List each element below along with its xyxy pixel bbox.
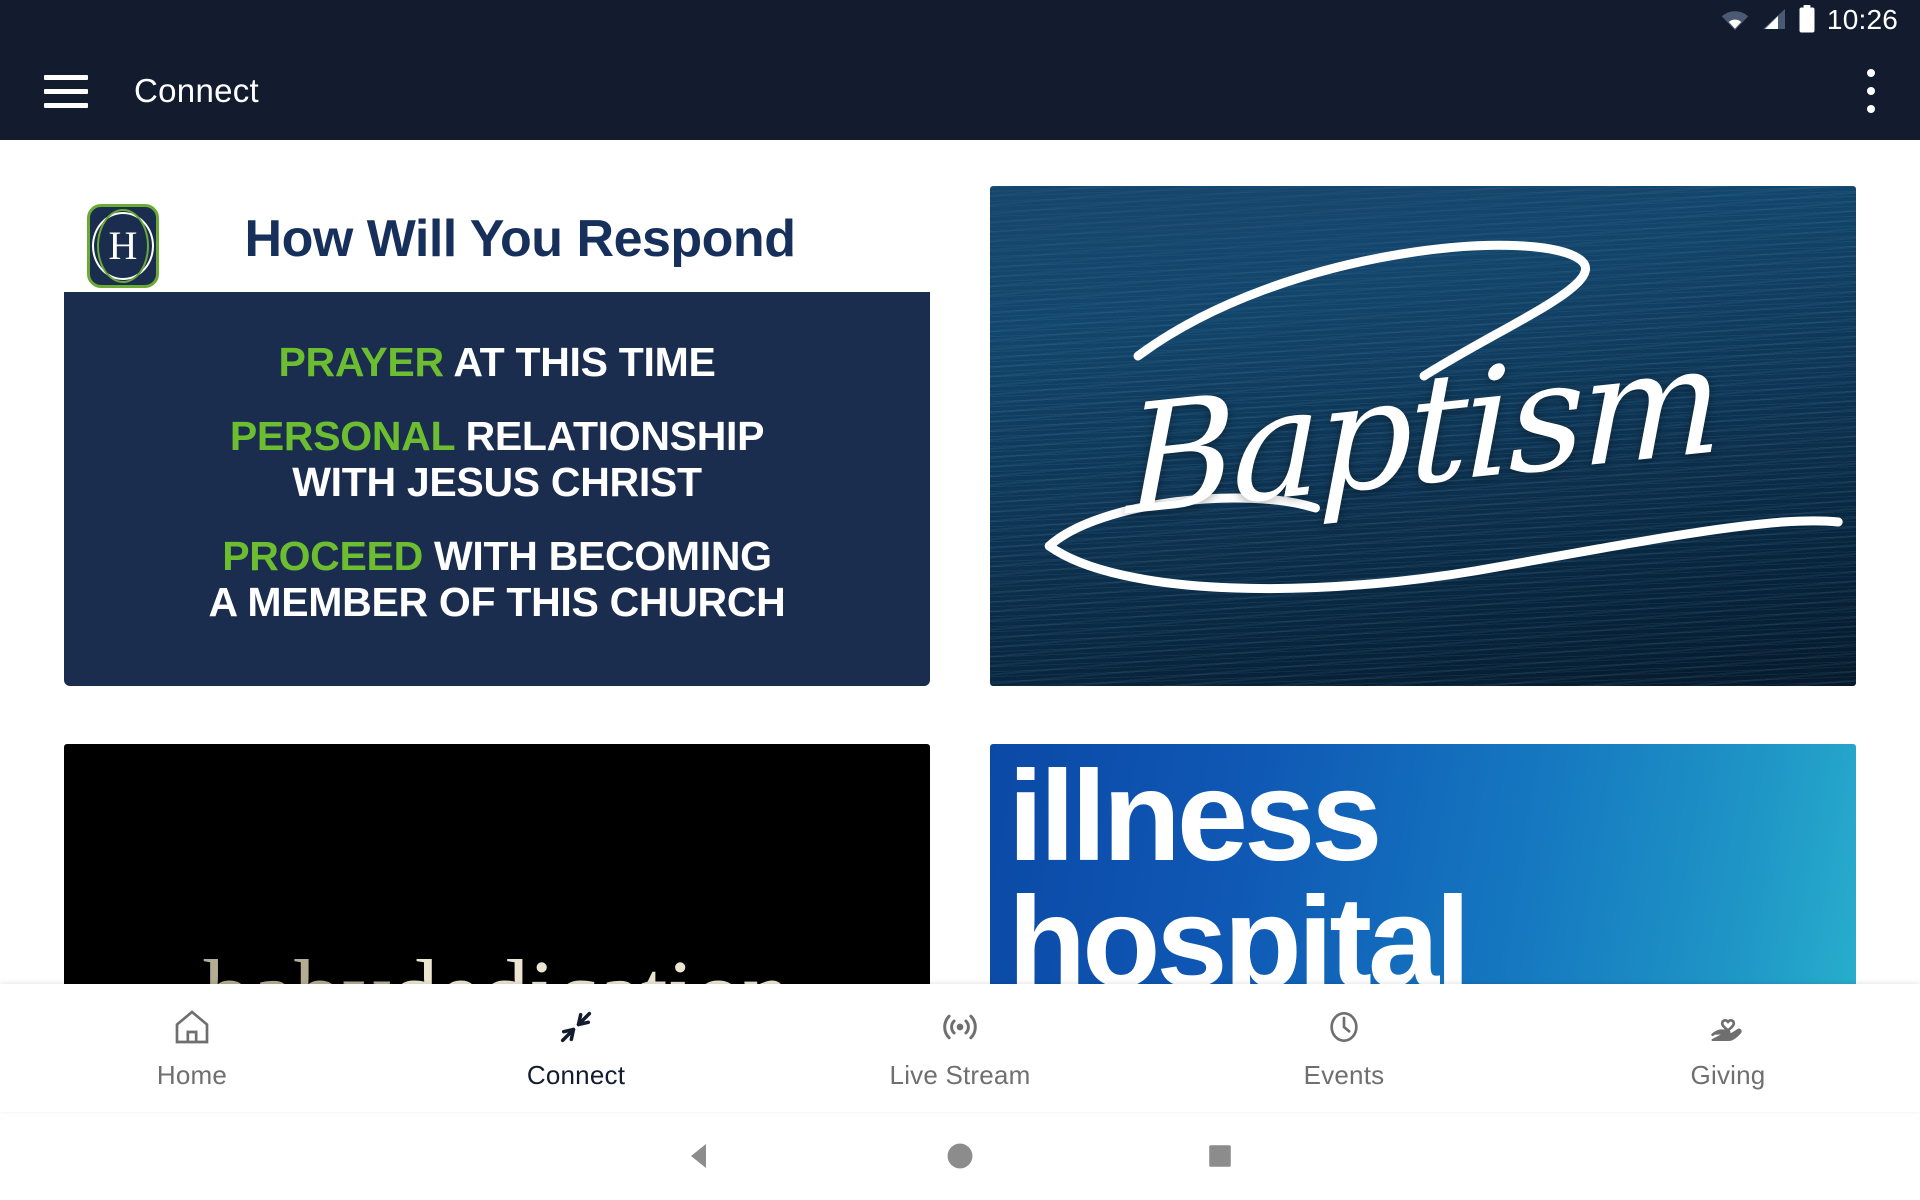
connect-arrows-icon	[556, 1006, 596, 1048]
baptism-title: Baptism	[1127, 312, 1719, 550]
nav-item-giving[interactable]: Giving	[1536, 1006, 1920, 1091]
home-circle-icon	[947, 1143, 973, 1169]
nav-label-giving: Giving	[1690, 1059, 1766, 1090]
back-triangle-icon	[691, 1144, 706, 1168]
clock-icon	[1324, 1006, 1364, 1048]
church-logo-icon: H	[87, 204, 159, 288]
respond-accent-1: PRAYER	[278, 339, 444, 386]
nav-label-events: Events	[1303, 1059, 1385, 1090]
android-system-navigation	[0, 1112, 1920, 1200]
page-title: Connect	[134, 72, 260, 109]
respond-line-1: PRAYER AT THIS TIME	[278, 339, 716, 386]
nav-item-connect[interactable]: Connect	[384, 1006, 768, 1091]
system-nav-home[interactable]	[830, 1138, 1090, 1174]
status-bar: 10:26	[0, 0, 1920, 42]
card-row: babydedication illness hospital	[0, 744, 1920, 1016]
app-bar: Connect	[0, 42, 1920, 140]
nav-label-home: Home	[156, 1059, 228, 1090]
status-bar-clock: 10:26	[1826, 4, 1898, 35]
card-illness[interactable]: illness hospital	[990, 744, 1856, 1016]
respond-rest-2b: WITH JESUS CHRIST	[292, 459, 702, 506]
respond-rest-3b: A MEMBER OF THIS CHURCH	[208, 578, 786, 625]
nav-item-events[interactable]: Events	[1152, 1006, 1536, 1091]
card-grid: H How Will You Respond PRAYER AT THIS TI…	[0, 140, 1920, 1016]
home-icon	[172, 1006, 212, 1048]
bottom-navigation-bar: Home Connect Live Stream Events Giving	[0, 984, 1920, 1112]
logo-letter: H	[108, 223, 138, 268]
system-nav-back[interactable]	[570, 1138, 830, 1174]
hamburger-menu-icon[interactable]	[44, 74, 88, 108]
nav-label-connect: Connect	[526, 1059, 626, 1090]
respond-line-3: PROCEED WITH BECOMING A MEMBER OF THIS C…	[208, 532, 786, 626]
card-how-will-you-respond[interactable]: H How Will You Respond PRAYER AT THIS TI…	[64, 186, 930, 686]
broadcast-icon	[939, 1006, 981, 1048]
respond-line-2: PERSONAL RELATIONSHIP WITH JESUS CHRIST	[229, 413, 765, 506]
card-baby-dedication[interactable]: babydedication	[64, 744, 930, 1016]
nav-item-home[interactable]: Home	[0, 1006, 384, 1091]
more-vertical-icon[interactable]	[1866, 69, 1876, 113]
nav-label-live-stream: Live Stream	[889, 1059, 1031, 1090]
nav-item-live-stream[interactable]: Live Stream	[768, 1006, 1152, 1091]
connect-content-scroll[interactable]: H How Will You Respond PRAYER AT THIS TI…	[0, 140, 1920, 1016]
card-baptism[interactable]: Baptism	[990, 186, 1856, 686]
system-nav-recents[interactable]	[1090, 1139, 1350, 1173]
app-screen: 10:26 Connect H How Will You Respond PRA…	[0, 0, 1920, 1200]
wifi-icon	[1720, 7, 1750, 36]
recents-square-icon	[1209, 1145, 1231, 1167]
cellular-signal-icon	[1761, 7, 1787, 36]
respond-rest-3: WITH BECOMING	[422, 532, 772, 579]
respond-body: PRAYER AT THIS TIME PERSONAL RELATIONSHI…	[64, 292, 930, 686]
battery-icon	[1798, 4, 1816, 38]
respond-accent-2: PERSONAL	[229, 413, 455, 460]
respond-rest-1: AT THIS TIME	[443, 339, 716, 386]
hand-heart-icon	[1707, 1006, 1749, 1048]
illness-title: illness	[1008, 745, 1382, 888]
respond-header: H How Will You Respond	[64, 186, 930, 292]
respond-rest-2: RELATIONSHIP	[454, 413, 765, 460]
respond-title: How Will You Respond	[244, 210, 796, 268]
card-row: H How Will You Respond PRAYER AT THIS TI…	[0, 186, 1920, 686]
respond-accent-3: PROCEED	[222, 532, 423, 579]
